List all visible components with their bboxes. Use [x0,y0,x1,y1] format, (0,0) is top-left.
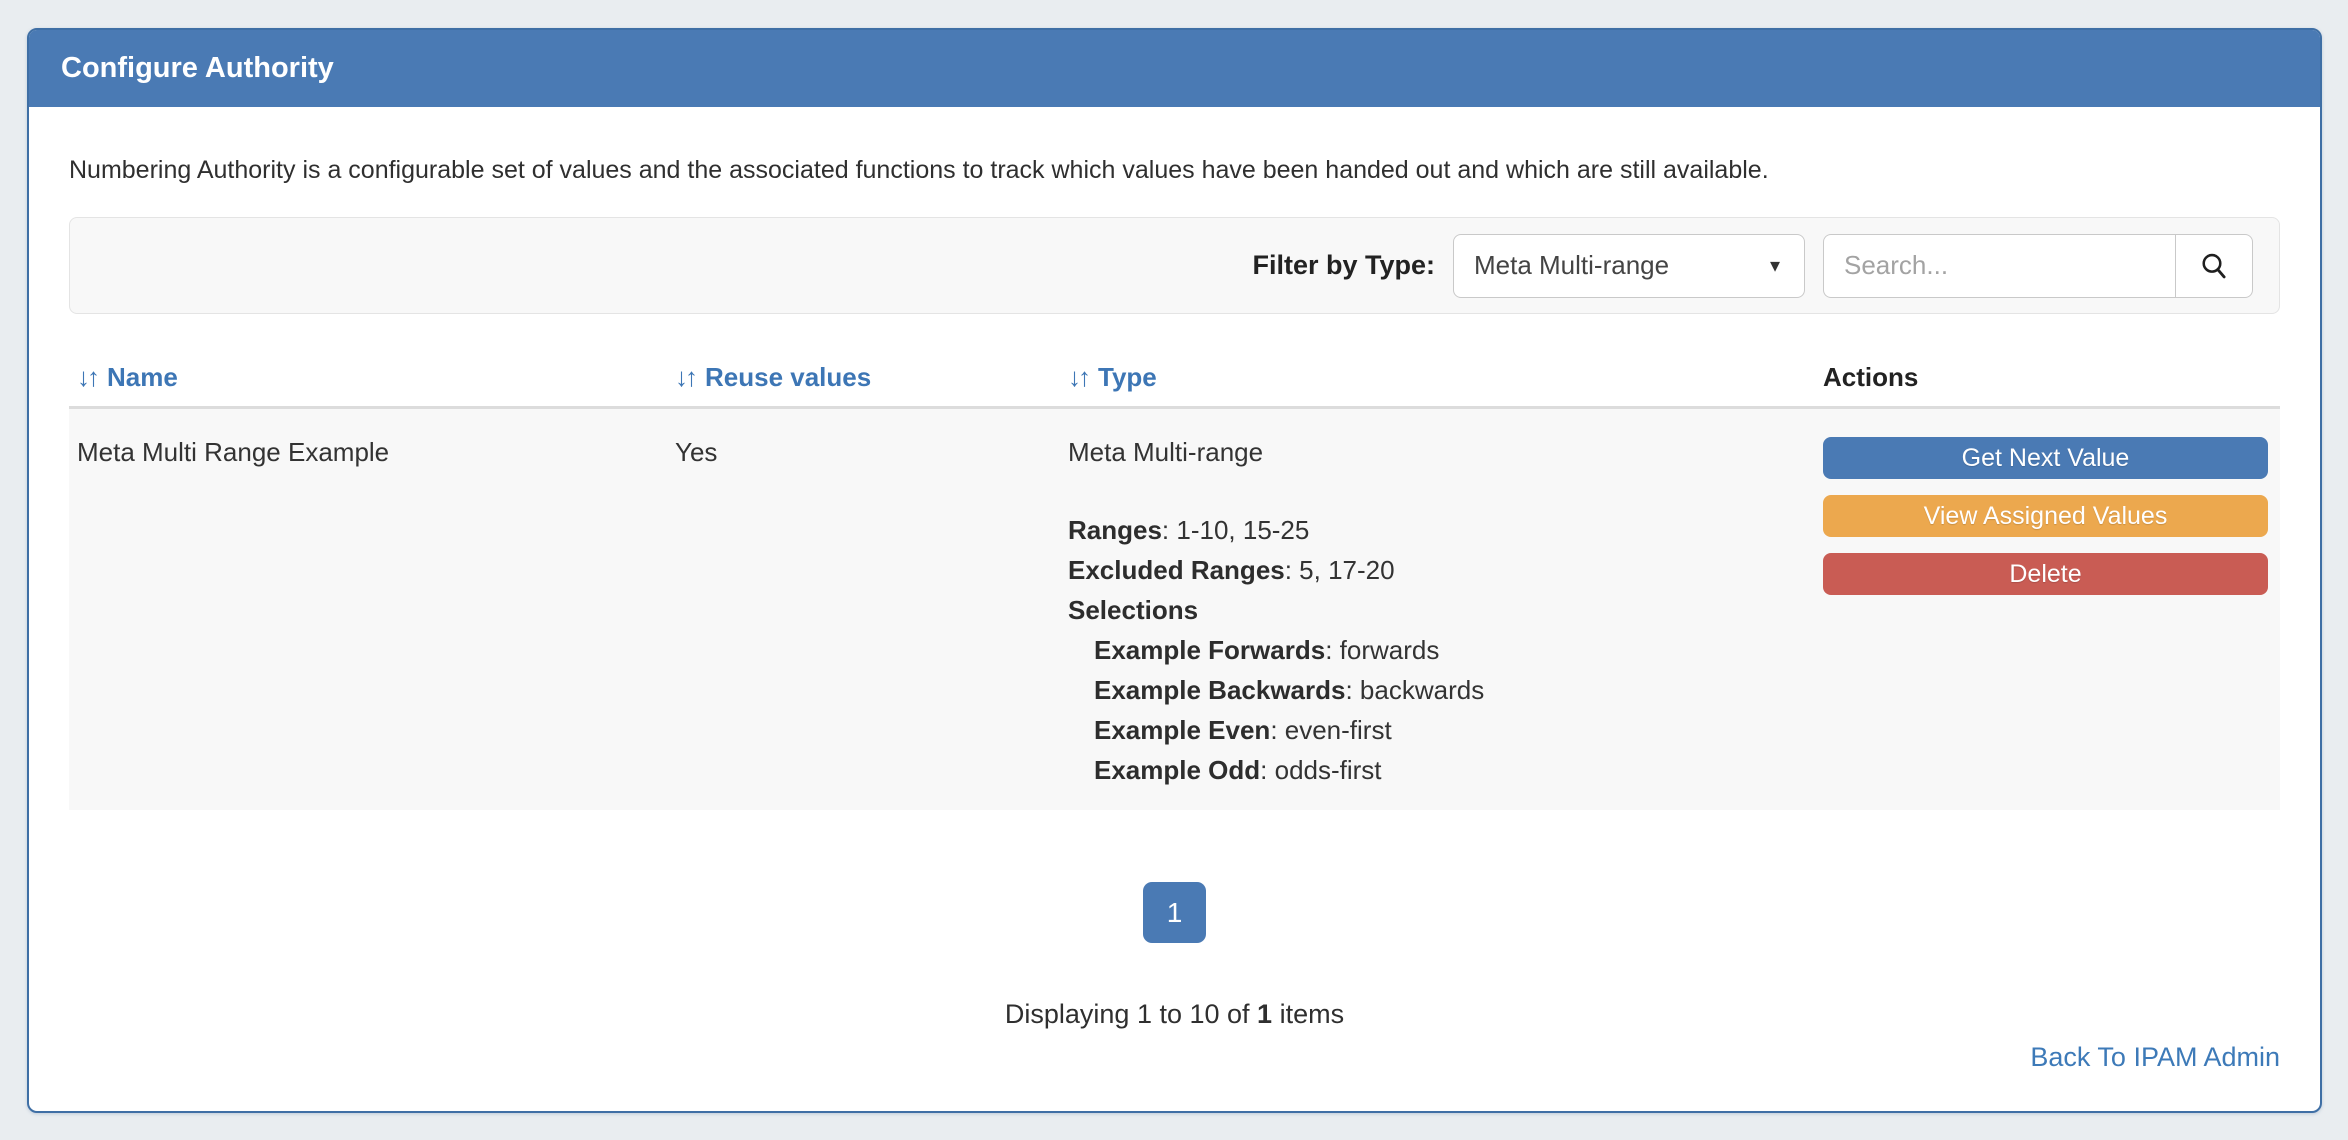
selection-item: Example Even: even-first [1068,710,1815,750]
selection-value: : forwards [1325,635,1439,665]
pagination: 1 [69,882,2280,943]
page-1-button[interactable]: 1 [1143,882,1206,943]
type-select-value: Meta Multi-range [1474,250,1669,281]
search-button[interactable] [2175,234,2253,298]
selection-value: : even-first [1270,715,1391,745]
ranges-value: : 1-10, 15-25 [1162,515,1309,545]
chevron-down-icon: ▾ [1770,256,1780,276]
selection-label: Example Odd [1094,755,1260,785]
table-row: Meta Multi Range Example Yes Meta Multi-… [69,409,2280,810]
filter-by-type-label: Filter by Type: [1252,250,1435,281]
footer-link-row: Back To IPAM Admin [69,1042,2280,1073]
column-header-label: Actions [1823,362,1918,392]
search-group [1823,234,2253,298]
cell-name: Meta Multi Range Example [69,437,667,790]
column-header-name[interactable]: ↓↑ Name [69,362,667,393]
search-icon [2198,250,2230,282]
cell-type: Meta Multi-range Ranges: 1-10, 15-25 Exc… [1060,437,1815,790]
panel-header: Configure Authority [29,30,2320,107]
page-title: Configure Authority [61,52,334,85]
cell-actions: Get Next Value View Assigned Values Dele… [1815,437,2280,790]
summary-prefix: Displaying 1 to 10 of [1005,999,1257,1029]
type-details: Ranges: 1-10, 15-25 Excluded Ranges: 5, … [1068,510,1815,790]
excluded-ranges-label: Excluded Ranges [1068,555,1285,585]
summary-count: 1 [1257,999,1272,1029]
column-header-type[interactable]: ↓↑ Type [1060,362,1815,393]
sort-icon: ↓↑ [1068,362,1088,392]
cell-reuse-values: Yes [667,437,1060,790]
selections-label: Selections [1068,595,1198,625]
selection-item: Example Backwards: backwards [1068,670,1815,710]
column-header-reuse-values[interactable]: ↓↑ Reuse values [667,362,1060,393]
type-select[interactable]: Meta Multi-range ▾ [1453,234,1805,298]
filter-bar: Filter by Type: Meta Multi-range ▾ [69,217,2280,314]
column-header-label: Reuse values [705,362,871,392]
ranges-line: Ranges: 1-10, 15-25 [1068,510,1815,550]
ranges-label: Ranges [1068,515,1162,545]
selection-label: Example Even [1094,715,1270,745]
configure-authority-panel: Configure Authority Numbering Authority … [27,28,2322,1113]
type-value: Meta Multi-range [1068,437,1815,468]
selection-item: Example Odd: odds-first [1068,750,1815,790]
table-header-row: ↓↑ Name ↓↑ Reuse values ↓↑ Type Actions [69,362,2280,409]
sort-icon: ↓↑ [675,362,695,392]
selections-heading: Selections [1068,590,1815,630]
selection-item: Example Forwards: forwards [1068,630,1815,670]
column-header-label: Name [107,362,178,392]
selection-value: : backwards [1345,675,1484,705]
selection-label: Example Forwards [1094,635,1325,665]
authorities-table: ↓↑ Name ↓↑ Reuse values ↓↑ Type Actions Met… [69,362,2280,810]
view-assigned-values-button[interactable]: View Assigned Values [1823,495,2268,537]
column-header-actions: Actions [1815,362,2280,393]
excluded-ranges-line: Excluded Ranges: 5, 17-20 [1068,550,1815,590]
panel-body: Numbering Authority is a configurable se… [29,153,2320,1073]
delete-button[interactable]: Delete [1823,553,2268,595]
search-input[interactable] [1823,234,2175,298]
sort-icon: ↓↑ [77,362,97,392]
selection-label: Example Backwards [1094,675,1345,705]
column-header-label: Type [1098,362,1157,392]
selection-value: : odds-first [1260,755,1381,785]
get-next-value-button[interactable]: Get Next Value [1823,437,2268,479]
back-to-ipam-admin-link[interactable]: Back To IPAM Admin [2030,1042,2280,1072]
excluded-ranges-value: : 5, 17-20 [1285,555,1395,585]
description-text: Numbering Authority is a configurable se… [69,153,2280,187]
summary-suffix: items [1272,999,1344,1029]
items-summary: Displaying 1 to 10 of 1 items [69,999,2280,1030]
